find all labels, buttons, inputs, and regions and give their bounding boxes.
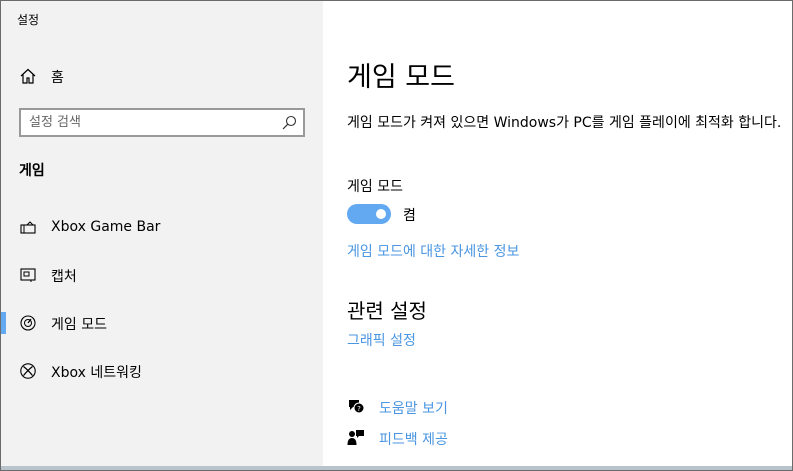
feedback-icon bbox=[347, 428, 365, 446]
game-mode-setting-label: 게임 모드 bbox=[347, 179, 403, 195]
feedback-link: 피드백 제공 bbox=[379, 432, 448, 448]
toggle-state-label: 켬 bbox=[403, 208, 416, 224]
search-input[interactable] bbox=[29, 112, 279, 133]
sidebar-item-label: Xbox Game Bar bbox=[51, 219, 161, 235]
learn-more-link[interactable]: 게임 모드에 대한 자세한 정보 bbox=[347, 241, 519, 261]
give-feedback-row[interactable]: 피드백 제공 bbox=[347, 426, 647, 450]
sidebar-item-label: 홈 bbox=[51, 70, 64, 86]
home-icon bbox=[19, 67, 37, 85]
sidebar-item-game-mode[interactable]: 게임 모드 bbox=[1, 303, 323, 343]
sidebar-item-xbox-game-bar[interactable]: Xbox Game Bar bbox=[1, 208, 323, 248]
selection-indicator bbox=[1, 312, 6, 334]
capture-icon bbox=[19, 266, 37, 284]
game-mode-toggle[interactable] bbox=[347, 204, 391, 224]
sidebar-item-label: 캡처 bbox=[51, 269, 77, 285]
game-mode-icon bbox=[19, 314, 37, 332]
help-link: 도움말 보기 bbox=[379, 401, 448, 417]
search-icon[interactable] bbox=[281, 114, 298, 131]
page-description: 게임 모드가 켜져 있으면 Windows가 PC를 게임 플레이에 최적화 합… bbox=[347, 115, 782, 131]
sidebar-item-home[interactable]: 홈 bbox=[1, 59, 323, 93]
search-box[interactable] bbox=[19, 108, 305, 137]
xbox-icon bbox=[19, 362, 37, 380]
background-strip bbox=[1, 466, 792, 470]
toggle-knob bbox=[376, 209, 386, 219]
sidebar: 설정 홈 게임 Xbox Game Bar 캡처 bbox=[1, 1, 323, 470]
help-icon: ? bbox=[347, 397, 365, 415]
related-settings-heading: 관련 설정 bbox=[347, 299, 427, 323]
settings-window: 설정 홈 게임 Xbox Game Bar 캡처 bbox=[0, 0, 793, 471]
page-title: 게임 모드 bbox=[347, 62, 455, 93]
sidebar-item-label: 게임 모드 bbox=[51, 317, 107, 333]
sidebar-item-xbox-networking[interactable]: Xbox 네트워킹 bbox=[1, 351, 323, 391]
app-title: 설정 bbox=[17, 13, 40, 27]
game-bar-icon bbox=[19, 219, 37, 237]
main-content: 게임 모드 게임 모드가 켜져 있으면 Windows가 PC를 게임 플레이에… bbox=[323, 1, 792, 470]
svg-text:?: ? bbox=[357, 405, 361, 413]
sidebar-item-capture[interactable]: 캡처 bbox=[1, 255, 323, 295]
sidebar-item-label: Xbox 네트워킹 bbox=[51, 365, 142, 381]
section-header: 게임 bbox=[19, 163, 45, 179]
get-help-row[interactable]: ? 도움말 보기 bbox=[347, 395, 647, 419]
graphics-settings-link[interactable]: 그래픽 설정 bbox=[347, 330, 416, 350]
